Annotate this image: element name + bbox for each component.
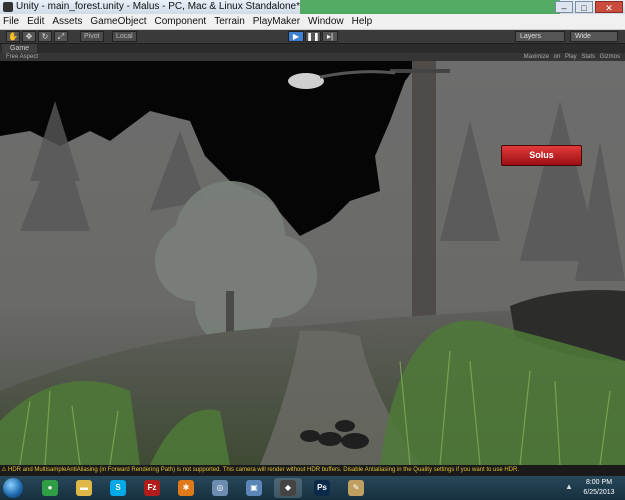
rotate-tool-icon[interactable]: ↻ — [38, 31, 52, 42]
taskbar-app-skype[interactable]: S — [104, 478, 132, 498]
start-button[interactable] — [3, 478, 23, 498]
taskbar-app-explorer[interactable]: ▬ — [70, 478, 98, 498]
system-clock[interactable]: 8:00 PM 6/25/2013 — [575, 478, 623, 498]
network-icon: ◎ — [212, 480, 228, 496]
console-status-bar[interactable]: ⚠HDR and MultisampleAntiAliasing (in For… — [0, 465, 625, 476]
taskbar-app-image-viewer[interactable]: ▣ — [240, 478, 268, 498]
photoshop-icon: Ps — [314, 480, 330, 496]
clock-time: 8:00 PM — [585, 479, 613, 486]
menu-terrain[interactable]: Terrain — [210, 14, 249, 29]
settings-icon: ✱ — [178, 480, 194, 496]
pause-button[interactable]: ❚❚ — [305, 31, 321, 42]
layers-dropdown[interactable]: Layers — [515, 31, 565, 42]
aspect-dropdown[interactable]: Free Aspect — [6, 53, 38, 61]
move-tool-icon[interactable]: ✥ — [22, 31, 36, 42]
warning-icon: ⚠ — [1, 467, 7, 473]
menu-playmaker[interactable]: PlayMaker — [249, 14, 304, 29]
play-button[interactable]: ▶ — [288, 31, 304, 42]
window-title: Unity - main_forest.unity - Malus - PC, … — [16, 1, 301, 12]
pivot-toggle[interactable]: Pivot — [80, 31, 104, 42]
menu-component[interactable]: Component — [151, 14, 211, 29]
taskbar-app-filezilla[interactable]: Fz — [138, 478, 166, 498]
game-view-tabbar: Game — [0, 44, 625, 53]
minimize-button[interactable]: – — [555, 1, 573, 13]
taskbar-app-unity[interactable]: ◆ — [274, 478, 302, 498]
filezilla-icon: Fz — [144, 480, 160, 496]
chrome-icon: ● — [42, 480, 58, 496]
maximize-button[interactable]: □ — [575, 1, 593, 13]
taskbar-app-chrome[interactable]: ● — [36, 478, 64, 498]
clock-date: 6/25/2013 — [583, 489, 615, 496]
taskbar-app-paint[interactable]: ✎ — [342, 478, 370, 498]
taskbar-app-settings[interactable]: ✱ — [172, 478, 200, 498]
menu-file[interactable]: File — [0, 14, 23, 29]
windows-taskbar: ● ▬ S Fz ✱ ◎ ▣ ◆ Ps ✎ ▲ 8:00 PM 6/25/2013 — [0, 476, 625, 500]
menu-assets[interactable]: Assets — [48, 14, 86, 29]
forest-scene — [0, 61, 625, 465]
tray-expand-icon[interactable]: ▲ — [565, 482, 573, 491]
menu-bar: File Edit Assets GameObject Component Terrain… — [0, 14, 625, 30]
explorer-icon: ▬ — [76, 480, 92, 496]
unity-app-icon — [3, 2, 13, 12]
menu-window[interactable]: Window — [304, 14, 348, 29]
image-viewer-icon: ▣ — [246, 480, 262, 496]
editor-toolbar: ✋ ✥ ↻ ⤢ Pivot Local ▶ ❚❚ ▸| Layers Wide — [0, 30, 625, 43]
paint-icon: ✎ — [348, 480, 364, 496]
unity-icon: ◆ — [280, 480, 296, 496]
window-titlebar: Unity - main_forest.unity - Malus - PC, … — [0, 0, 625, 14]
scale-tool-icon[interactable]: ⤢ — [54, 31, 68, 42]
status-message: HDR and MultisampleAntiAliasing (in Forw… — [8, 467, 520, 473]
background-window-tabs — [300, 0, 560, 14]
game-view-options[interactable]: Maximize on Play Stats Gizmos — [524, 53, 620, 61]
menu-help[interactable]: Help — [348, 14, 377, 29]
menu-gameobject[interactable]: GameObject — [86, 14, 150, 29]
space-toggle[interactable]: Local — [112, 31, 137, 42]
hand-tool-icon[interactable]: ✋ — [6, 31, 20, 42]
close-button[interactable]: ✕ — [595, 1, 623, 13]
tab-game[interactable]: Game — [2, 44, 38, 53]
game-view-controls: Free Aspect Maximize on Play Stats Gizmo… — [0, 53, 625, 61]
taskbar-app-network[interactable]: ◎ — [206, 478, 234, 498]
step-button[interactable]: ▸| — [322, 31, 338, 42]
menu-edit[interactable]: Edit — [23, 14, 48, 29]
layout-dropdown[interactable]: Wide — [570, 31, 618, 42]
skype-icon: S — [110, 480, 126, 496]
taskbar-app-photoshop[interactable]: Ps — [308, 478, 336, 498]
game-viewport[interactable]: Solus — [0, 61, 625, 465]
solus-button[interactable]: Solus — [501, 145, 582, 166]
